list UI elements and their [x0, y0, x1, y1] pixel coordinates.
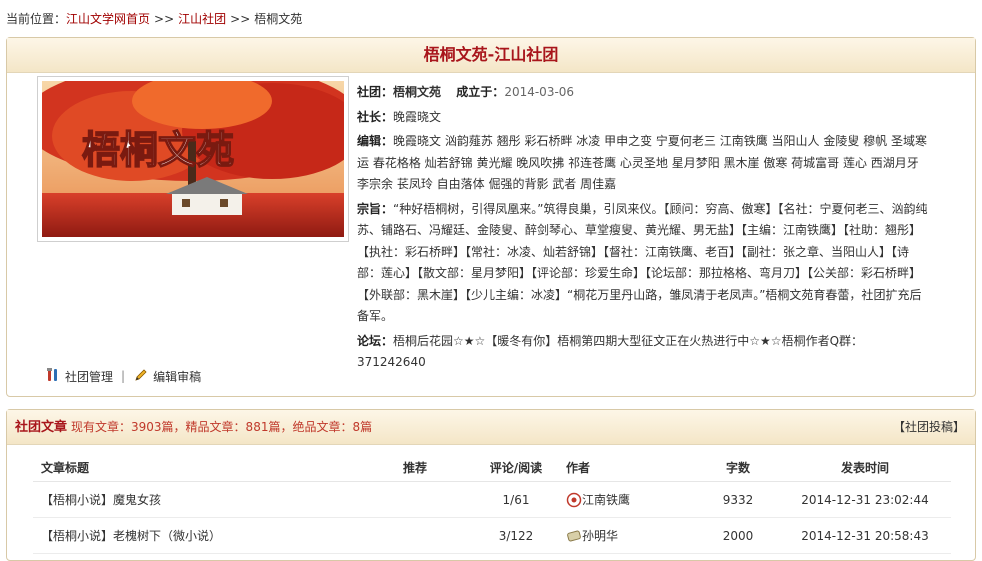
forum-text[interactable]: 梧桐后花园☆★☆【暖冬有你】梧桐第四期大型征文正在火热进行中☆★☆梧桐作者Q群：…	[357, 334, 863, 370]
edit-review-link[interactable]: 编辑审稿	[153, 370, 201, 384]
breadcrumb-prefix: 当前位置：	[6, 12, 67, 26]
mission-label: 宗旨：	[357, 201, 394, 216]
club-name-row: 社团：梧桐文苑 成立于：2014-03-06	[357, 82, 931, 104]
editors-list[interactable]: 晚霞晓文 汹韵薤苏 翘彤 彩石桥畔 冰凌 甲申之变 宁夏何老三 江南铁鹰 当阳山…	[357, 134, 927, 191]
founded-date: 2014-03-06	[504, 85, 575, 99]
breadcrumb-separator: >>	[230, 12, 251, 26]
club-info-panel: 梧桐文苑-江山社团 梧桐文苑 社团：梧桐文苑 成立于：2014-03-06 社长…	[6, 37, 976, 397]
article-comments-reads: 3/122	[474, 517, 558, 554]
forum-row: 论坛：梧桐后花园☆★☆【暖冬有你】梧桐第四期大型征文正在火热进行中☆★☆梧桐作者…	[357, 331, 931, 374]
editors-row: 编辑：晚霞晓文 汹韵薤苏 翘彤 彩石桥畔 冰凌 甲申之变 宁夏何老三 江南铁鹰 …	[357, 131, 931, 196]
president-row: 社长：晚霞晓文	[357, 107, 931, 129]
author-scroll-icon	[566, 528, 582, 544]
col-comments-reads: 评论/阅读	[474, 453, 558, 482]
president-name[interactable]: 晚霞晓文	[393, 110, 441, 124]
article-author-link[interactable]: 孙明华	[582, 529, 618, 543]
article-words: 2000	[697, 517, 779, 554]
articles-stats: 现有文章：3903篇，精品文章：881篇，绝品文章：8篇	[71, 420, 373, 434]
club-header-title: 梧桐文苑-江山社团	[7, 38, 975, 73]
club-label: 社团：	[357, 85, 394, 99]
club-submit-link[interactable]: 【社团投稿】	[893, 410, 965, 444]
club-cover-image: 梧桐文苑	[37, 76, 349, 242]
club-articles-panel: 社团文章 现有文章：3903篇，精品文章：881篇，绝品文章：8篇 【社团投稿】 …	[6, 409, 976, 561]
editors-label: 编辑：	[357, 134, 394, 148]
mission-row: 宗旨：“种好梧桐树，引得凤凰来。”筑得良巢，引凤来仪。【顾问：穷高、傲寒】【名社…	[357, 199, 931, 328]
club-name: 梧桐文苑	[393, 85, 442, 99]
article-title-link[interactable]: 【梧桐小说】老槐树下（微小说）	[41, 529, 221, 543]
article-time: 2014-12-31 20:58:43	[779, 517, 951, 554]
club-details: 社团：梧桐文苑 成立于：2014-03-06 社长：晚霞晓文 编辑：晚霞晓文 汹…	[357, 82, 931, 377]
articles-title: 社团文章	[15, 420, 68, 435]
articles-header-row: 文章标题 推荐 评论/阅读 作者 字数 发表时间	[33, 453, 951, 482]
tools-icon	[45, 367, 61, 386]
mission-text: “种好梧桐树，引得凤凰来。”筑得良巢，引凤来仪。【顾问：穷高、傲寒】【名社：宁夏…	[357, 201, 928, 324]
author-badge-icon	[566, 492, 582, 508]
breadcrumb-home-link[interactable]: 江山文学网首页	[66, 12, 150, 26]
pencil-icon	[133, 367, 149, 386]
actions-divider: |	[121, 369, 126, 383]
article-comments-reads: 1/61	[474, 481, 558, 518]
article-title-link[interactable]: 【梧桐小说】魔鬼女孩	[41, 493, 161, 507]
club-cover-text: 梧桐文苑	[82, 128, 234, 172]
article-time: 2014-12-31 23:02:44	[779, 481, 951, 518]
article-author-link[interactable]: 江南铁鹰	[582, 493, 630, 507]
club-actions: 社团管理 | 编辑审稿	[45, 367, 201, 386]
article-words: 9332	[697, 481, 779, 518]
breadcrumb-club-link[interactable]: 江山社团	[178, 12, 226, 26]
breadcrumb-separator: >>	[154, 12, 175, 26]
article-recommend	[402, 517, 474, 554]
col-recommend: 推荐	[402, 453, 474, 482]
breadcrumb-current: 梧桐文苑	[254, 12, 303, 26]
founded-label: 成立于：	[456, 85, 505, 99]
articles-header: 社团文章 现有文章：3903篇，精品文章：881篇，绝品文章：8篇 【社团投稿】	[7, 410, 975, 445]
col-time: 发表时间	[779, 453, 951, 482]
forum-label: 论坛：	[357, 333, 394, 348]
table-row[interactable]: 【梧桐小说】老槐树下（微小说） 3/122 孙明华 2000 2014-12-3…	[33, 517, 951, 554]
col-words: 字数	[697, 453, 779, 482]
articles-table: 文章标题 推荐 评论/阅读 作者 字数 发表时间 【梧桐小说】魔鬼女孩 1/61…	[33, 453, 951, 554]
col-author: 作者	[558, 453, 697, 482]
breadcrumb: 当前位置：江山文学网首页 >> 江山社团 >> 梧桐文苑	[6, 10, 302, 27]
table-row[interactable]: 【梧桐小说】魔鬼女孩 1/61 江南铁鹰 9332 2014-12-31 23:…	[33, 481, 951, 518]
president-label: 社长：	[357, 109, 394, 124]
club-manage-link[interactable]: 社团管理	[65, 370, 113, 384]
col-title: 文章标题	[33, 453, 402, 482]
article-recommend	[402, 481, 474, 518]
club-cover-graphic: 梧桐文苑	[42, 81, 344, 237]
